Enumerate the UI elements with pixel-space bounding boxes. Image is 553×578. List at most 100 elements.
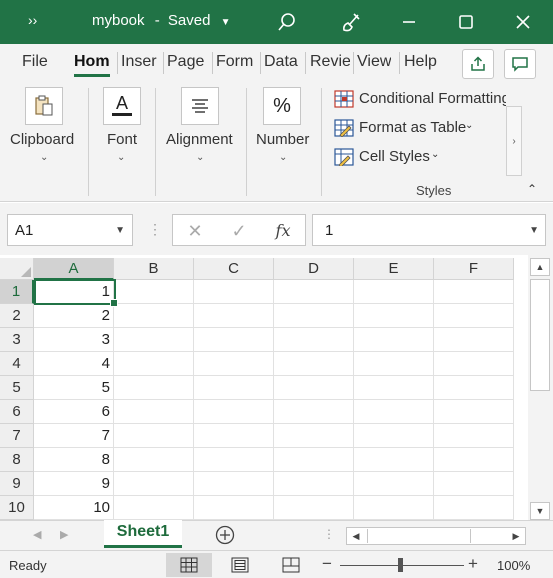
cell-e5[interactable] (354, 376, 434, 400)
cell-c8[interactable] (194, 448, 274, 472)
formula-input[interactable]: 1 ▼ (312, 214, 546, 246)
cell-styles-button[interactable]: Cell Styles ⌄ (334, 147, 454, 169)
cell-d1[interactable] (274, 280, 354, 304)
cell-c1[interactable] (194, 280, 274, 304)
cell-f7[interactable] (434, 424, 514, 448)
cell-c7[interactable] (194, 424, 274, 448)
tab-insert[interactable]: Inser (121, 53, 163, 71)
formula-bar-resize-handle[interactable]: ⋮ (148, 221, 162, 238)
select-all-button[interactable] (0, 258, 34, 280)
cell-a2[interactable]: 2 (34, 304, 114, 328)
cell-e1[interactable] (354, 280, 434, 304)
cell-b5[interactable] (114, 376, 194, 400)
clipboard-group[interactable]: Clipboard ⌄ (0, 82, 88, 198)
close-icon[interactable] (508, 8, 538, 36)
cell-b10[interactable] (114, 496, 194, 520)
search-icon[interactable] (272, 8, 302, 36)
cell-a7[interactable]: 7 (34, 424, 114, 448)
tab-home[interactable]: Hom (74, 53, 110, 77)
vertical-scrollbar[interactable]: ▲ ▼ (528, 255, 553, 521)
cell-a6[interactable]: 6 (34, 400, 114, 424)
tab-view[interactable]: View (357, 53, 391, 71)
cell-a3[interactable]: 3 (34, 328, 114, 352)
row-header-6[interactable]: 6 (0, 400, 34, 424)
cell-c9[interactable] (194, 472, 274, 496)
cell-b7[interactable] (114, 424, 194, 448)
cell-e3[interactable] (354, 328, 434, 352)
cell-b9[interactable] (114, 472, 194, 496)
cell-a8[interactable]: 8 (34, 448, 114, 472)
cell-a4[interactable]: 4 (34, 352, 114, 376)
worksheet-grid[interactable]: A B C D E F 1 1 2 2 3 3 4 4 5 5 6 6 7 7 8 8 9 9 10 10 (0, 255, 528, 520)
cell-e6[interactable] (354, 400, 434, 424)
conditional-formatting-button[interactable]: Conditional Formatting (334, 89, 506, 111)
cell-f9[interactable] (434, 472, 514, 496)
row-header-4[interactable]: 4 (0, 352, 34, 376)
coauthoring-brush-icon[interactable] (336, 8, 366, 36)
column-header-c[interactable]: C (194, 258, 274, 280)
cell-b8[interactable] (114, 448, 194, 472)
maximize-icon[interactable] (451, 8, 481, 36)
normal-view-button[interactable] (166, 553, 212, 577)
cell-b3[interactable] (114, 328, 194, 352)
cell-f5[interactable] (434, 376, 514, 400)
cell-a5[interactable]: 5 (34, 376, 114, 400)
cell-f4[interactable] (434, 352, 514, 376)
cell-c10[interactable] (194, 496, 274, 520)
active-cell-indicator[interactable] (34, 279, 118, 307)
cell-d8[interactable] (274, 448, 354, 472)
cell-d9[interactable] (274, 472, 354, 496)
cell-f3[interactable] (434, 328, 514, 352)
tab-page-layout[interactable]: Page (167, 53, 207, 71)
cell-b4[interactable] (114, 352, 194, 376)
tab-review[interactable]: Revie (310, 53, 350, 71)
column-header-b[interactable]: B (114, 258, 194, 280)
enter-check-icon[interactable]: ✓ (225, 219, 253, 243)
tab-data[interactable]: Data (264, 53, 298, 71)
cell-b2[interactable] (114, 304, 194, 328)
row-header-1[interactable]: 1 (0, 280, 34, 304)
cell-c5[interactable] (194, 376, 274, 400)
page-layout-view-button[interactable] (217, 553, 263, 577)
cell-c3[interactable] (194, 328, 274, 352)
scroll-right-icon[interactable]: ▶ (507, 528, 525, 544)
font-group[interactable]: A Font ⌄ (89, 82, 155, 198)
format-as-table-button[interactable]: Format as Table ⌄ (334, 118, 484, 140)
cell-d2[interactable] (274, 304, 354, 328)
cell-f1[interactable] (434, 280, 514, 304)
next-sheet-icon[interactable]: ▶ (60, 528, 68, 541)
cell-d7[interactable] (274, 424, 354, 448)
insert-function-icon[interactable]: fx (269, 219, 297, 243)
zoom-in-button[interactable]: + (468, 554, 478, 574)
column-header-d[interactable]: D (274, 258, 354, 280)
tab-split-handle[interactable]: ⋮ (323, 527, 335, 541)
sheet-tab[interactable]: Sheet1 (104, 520, 182, 548)
cell-d3[interactable] (274, 328, 354, 352)
expand-formula-bar-icon[interactable]: ▼ (529, 225, 539, 236)
comments-button[interactable] (504, 49, 536, 79)
scroll-left-icon[interactable]: ◀ (347, 528, 365, 544)
row-header-5[interactable]: 5 (0, 376, 34, 400)
alignment-group[interactable]: Alignment ⌄ (156, 82, 246, 198)
row-header-3[interactable]: 3 (0, 328, 34, 352)
cell-e2[interactable] (354, 304, 434, 328)
cell-c6[interactable] (194, 400, 274, 424)
scroll-down-icon[interactable]: ▼ (530, 502, 550, 520)
cell-d5[interactable] (274, 376, 354, 400)
cell-b6[interactable] (114, 400, 194, 424)
horizontal-scrollbar[interactable]: ◀ ▶ (346, 527, 526, 545)
number-group[interactable]: % Number ⌄ (247, 82, 321, 198)
zoom-level[interactable]: 100% (497, 558, 530, 573)
tab-formulas[interactable]: Form (216, 53, 258, 71)
add-sheet-icon[interactable] (215, 525, 235, 545)
cell-e8[interactable] (354, 448, 434, 472)
row-header-10[interactable]: 10 (0, 496, 34, 520)
cell-f2[interactable] (434, 304, 514, 328)
scroll-up-icon[interactable]: ▲ (530, 258, 550, 276)
quick-access-toolbar-toggle[interactable]: ›› (28, 12, 37, 28)
cell-f6[interactable] (434, 400, 514, 424)
minimize-icon[interactable] (394, 8, 424, 36)
column-header-e[interactable]: E (354, 258, 434, 280)
column-header-a[interactable]: A (34, 258, 114, 280)
name-box[interactable]: A1 ▼ (7, 214, 133, 246)
